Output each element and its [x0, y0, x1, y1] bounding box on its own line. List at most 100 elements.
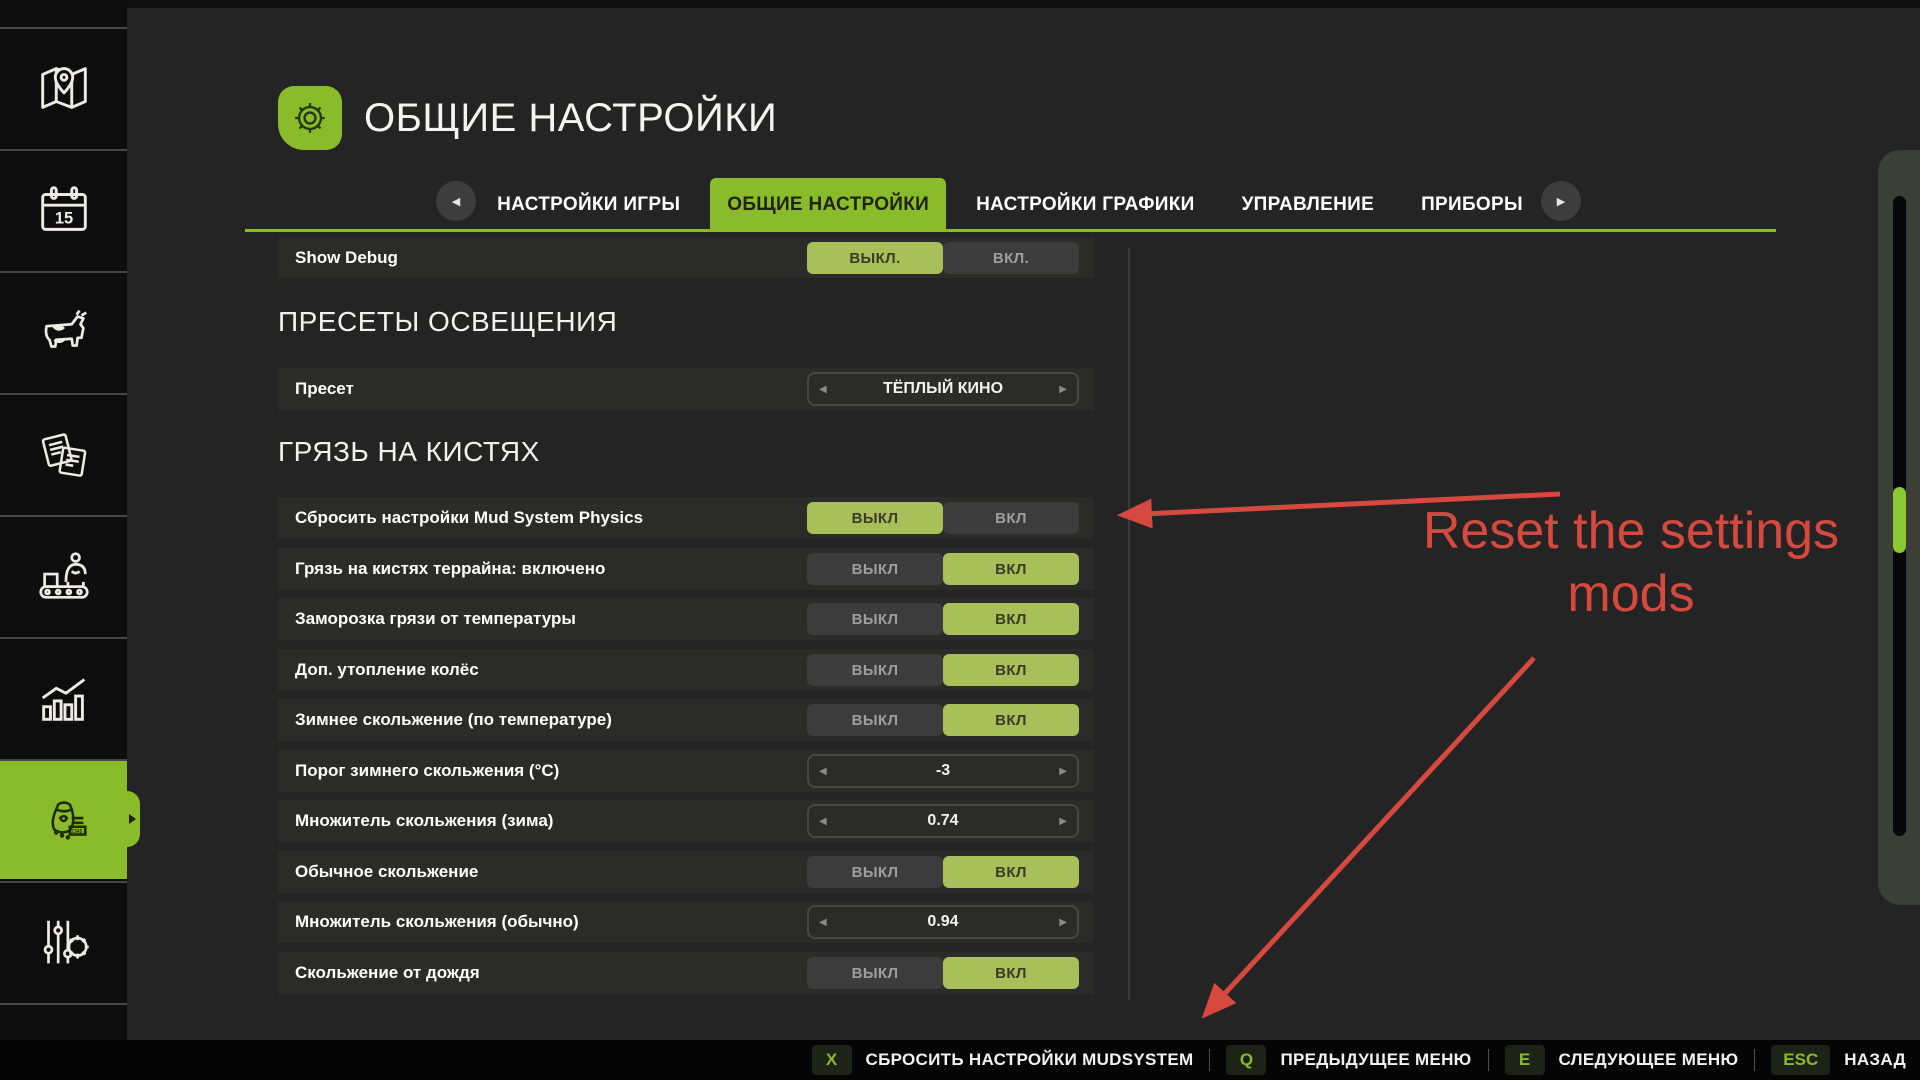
toggle-off-option[interactable]: ВЫКЛ	[807, 502, 943, 534]
hotkey-action-e[interactable]: E СЛЕДУЮЩЕЕ МЕНЮ	[1505, 1045, 1739, 1075]
tab-3[interactable]: УПРАВЛЕНИЕ	[1225, 178, 1392, 232]
prices-icon: 12345 L	[33, 789, 95, 851]
hotkey-divider	[1488, 1049, 1489, 1071]
toggle-switch: ВЫКЛ.ВКЛ.	[807, 242, 1079, 274]
toggle-on-option[interactable]: ВКЛ	[943, 856, 1079, 888]
tab-4[interactable]: ПРИБОРЫ	[1404, 178, 1540, 232]
setting-row: Show Debug ВЫКЛ.ВКЛ.	[278, 238, 1094, 278]
setting-row: Пресет ◀ТЁПЛЫЙ КИНО▶	[278, 368, 1094, 410]
sidebar-item-map[interactable]	[0, 27, 127, 147]
hotkey-label: НАЗАД	[1844, 1050, 1906, 1070]
setting-row: Множитель скольжения (обычно) ◀0.94▶	[278, 901, 1094, 943]
toggle-switch: ВЫКЛВКЛ	[807, 502, 1079, 534]
decrease-arrow-icon[interactable]: ◀	[819, 917, 827, 928]
sidebar-item-production[interactable]	[0, 515, 127, 635]
sidebar-item-animals[interactable]	[0, 271, 127, 391]
setting-label: Множитель скольжения (обычно)	[295, 912, 579, 932]
value-selector[interactable]: ◀-3▶	[807, 754, 1079, 788]
setting-row: Скольжение от дождя ВЫКЛВКЛ	[278, 952, 1094, 994]
hotkey-divider	[1209, 1049, 1210, 1071]
toggle-switch: ВЫКЛВКЛ	[807, 603, 1079, 635]
value-selector[interactable]: ◀0.74▶	[807, 804, 1079, 838]
setting-label: Сбросить настройки Mud System Physics	[295, 508, 643, 528]
increase-arrow-icon[interactable]: ▶	[1059, 816, 1067, 827]
setting-label: Зимнее скольжение (по температуре)	[295, 710, 612, 730]
setting-label: Доп. утопление колёс	[295, 660, 479, 680]
value-selector[interactable]: ◀ТЁПЛЫЙ КИНО▶	[807, 372, 1079, 406]
setting-row: Грязь на кистях террайна: включеноВЫКЛВК…	[278, 548, 1094, 590]
sidebar-item-prices[interactable]: 12345 L	[0, 759, 127, 879]
toggle-off-option[interactable]: ВЫКЛ	[807, 856, 943, 888]
setting-label: Порог зимнего скольжения (°C)	[295, 761, 559, 781]
setting-label: Скольжение от дождя	[295, 963, 480, 983]
hotkey-action-esc[interactable]: ESC НАЗАД	[1771, 1045, 1906, 1075]
annotation-line-2: mods	[1351, 563, 1911, 626]
toggle-switch: ВЫКЛВКЛ	[807, 704, 1079, 736]
hotkey-label: СЛЕДУЮЩЕЕ МЕНЮ	[1559, 1050, 1739, 1070]
setting-label: Заморозка грязи от температуры	[295, 609, 576, 629]
increase-arrow-icon[interactable]: ▶	[1059, 384, 1067, 395]
hotkey-bar: X СБРОСИТЬ НАСТРОЙКИ MUDSYSTEM QПРЕДЫДУЩЕЕ…	[0, 1040, 1920, 1080]
increase-arrow-icon[interactable]: ▶	[1059, 917, 1067, 928]
toggle-switch: ВЫКЛВКЛ	[807, 654, 1079, 686]
contracts-icon	[33, 423, 95, 485]
selector-value: 0.74	[827, 812, 1060, 830]
svg-text:15: 15	[54, 210, 72, 228]
production-icon	[33, 545, 95, 607]
sidebar-active-notch	[127, 791, 140, 847]
hotkey-action-q[interactable]: QПРЕДЫДУЩЕЕ МЕНЮ	[1226, 1045, 1471, 1075]
toggle-off-option[interactable]: ВЫКЛ	[807, 603, 943, 635]
toggle-on-option[interactable]: ВКЛ	[943, 654, 1079, 686]
section-title: ПРЕСЕТЫ ОСВЕЩЕНИЯ	[278, 306, 617, 338]
setting-label: Пресет	[295, 379, 354, 399]
setting-row: Обычное скольжение ВЫКЛВКЛ	[278, 851, 1094, 893]
setting-label: Show Debug	[295, 248, 398, 268]
hotkey-action-x[interactable]: X СБРОСИТЬ НАСТРОЙКИ MUDSYSTEM	[812, 1045, 1194, 1075]
tabs-next-arrow-icon[interactable]: ▶	[1541, 181, 1581, 221]
section-title: ГРЯЗЬ НА КИСТЯХ	[278, 436, 540, 468]
hotkey-divider	[1754, 1049, 1755, 1071]
hotkey-label: СБРОСИТЬ НАСТРОЙКИ MUDSYSTEM	[866, 1050, 1194, 1070]
setting-row: Порог зимнего скольжения (°C) ◀-3▶	[278, 750, 1094, 792]
setting-row: Сбросить настройки Mud System Physics ВЫК…	[278, 497, 1094, 539]
keybox-esc: ESC	[1771, 1045, 1830, 1075]
hotkey-label: ПРЕДЫДУЩЕЕ МЕНЮ	[1280, 1050, 1471, 1070]
toggle-on-option[interactable]: ВКЛ.	[943, 242, 1079, 274]
settings-list: Show Debug ВЫКЛ.ВКЛ. ПРЕСЕТЫ ОСВЕЩЕНИЯ Прес…	[278, 0, 1094, 1080]
value-selector[interactable]: ◀0.94▶	[807, 905, 1079, 939]
decrease-arrow-icon[interactable]: ◀	[819, 384, 827, 395]
toggle-off-option[interactable]: ВЫКЛ.	[807, 242, 943, 274]
keybox-x: X	[812, 1045, 852, 1075]
setting-label: Обычное скольжение	[295, 862, 478, 882]
decrease-arrow-icon[interactable]: ◀	[819, 766, 827, 777]
toggle-on-option[interactable]: ВКЛ	[943, 704, 1079, 736]
sidebar-item-settings[interactable]	[0, 881, 127, 1001]
toggle-off-option[interactable]: ВЫКЛ	[807, 704, 943, 736]
decrease-arrow-icon[interactable]: ◀	[819, 816, 827, 827]
selector-value: ТЁПЛЫЙ КИНО	[827, 380, 1060, 398]
content-divider	[1128, 248, 1130, 1000]
toggle-off-option[interactable]: ВЫКЛ	[807, 654, 943, 686]
settings-icon	[33, 911, 95, 973]
sidebar-item-contracts[interactable]	[0, 393, 127, 513]
map-icon	[33, 57, 95, 119]
calendar-icon: 15	[33, 179, 95, 241]
annotation-line-1: Reset the settings	[1351, 500, 1911, 563]
sidebar-item-statistics[interactable]	[0, 637, 127, 757]
annotation-text: Reset the settings mods	[1351, 500, 1911, 627]
statistics-icon	[33, 667, 95, 729]
toggle-on-option[interactable]: ВКЛ	[943, 603, 1079, 635]
toggle-on-option[interactable]: ВКЛ	[943, 553, 1079, 585]
keybox-e: E	[1505, 1045, 1545, 1075]
toggle-switch: ВЫКЛВКЛ	[807, 553, 1079, 585]
selector-value: -3	[827, 762, 1060, 780]
toggle-switch: ВЫКЛВКЛ	[807, 957, 1079, 989]
toggle-off-option[interactable]: ВЫКЛ	[807, 553, 943, 585]
sidebar-item-calendar[interactable]: 15	[0, 149, 127, 269]
sidebar: 15 12345 L	[0, 0, 127, 1080]
toggle-off-option[interactable]: ВЫКЛ	[807, 957, 943, 989]
toggle-switch: ВЫКЛВКЛ	[807, 856, 1079, 888]
increase-arrow-icon[interactable]: ▶	[1059, 766, 1067, 777]
toggle-on-option[interactable]: ВКЛ	[943, 957, 1079, 989]
toggle-on-option[interactable]: ВКЛ	[943, 502, 1079, 534]
